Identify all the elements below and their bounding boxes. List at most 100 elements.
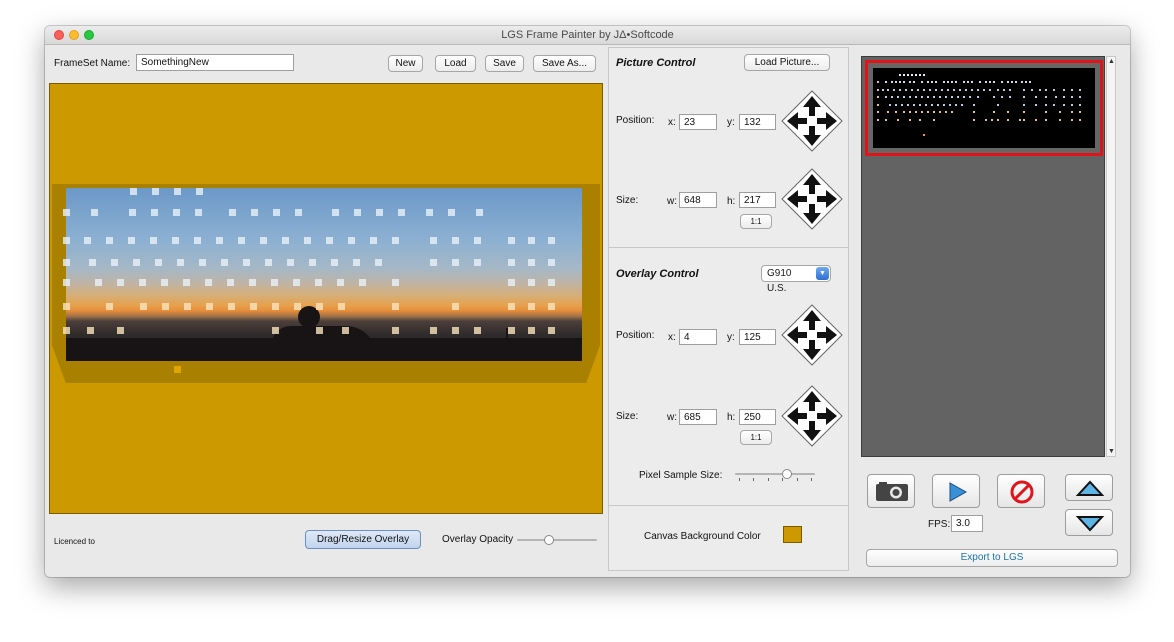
thumbnail-pixel <box>971 81 973 83</box>
overlay-h-input[interactable] <box>739 409 776 425</box>
keyboard-select[interactable]: G910 U.S. ▼ <box>761 265 831 294</box>
picture-y-label: y: <box>727 117 735 128</box>
thumbnail-pixel <box>947 81 949 83</box>
overlay-y-input[interactable] <box>739 329 776 345</box>
key-cell <box>332 209 339 216</box>
key-cell <box>293 279 300 286</box>
load-picture-button[interactable]: Load Picture... <box>744 54 830 71</box>
key-cell <box>272 303 279 310</box>
key-cell <box>106 303 113 310</box>
key-cell <box>117 279 124 286</box>
key-cell <box>304 237 311 244</box>
overlay-w-input[interactable] <box>679 409 717 425</box>
thumbnail-pixel <box>945 96 947 98</box>
new-button[interactable]: New <box>388 55 423 72</box>
thumbnail-pixel <box>963 96 965 98</box>
thumbnail-pixel <box>963 81 965 83</box>
app-window: LGS Frame Painter by JΔ•Softcode FrameSe… <box>45 26 1130 577</box>
key-cell <box>184 303 191 310</box>
overlay-x-input[interactable] <box>679 329 717 345</box>
overlay-opacity-knob[interactable] <box>544 535 554 545</box>
thumbnail-pixel <box>1053 104 1055 106</box>
thumbnail-pixel <box>1021 81 1023 83</box>
canvas-bg-color-swatch[interactable] <box>783 526 802 543</box>
thumbnail-pixel <box>1071 119 1073 121</box>
move-frame-up-button[interactable] <box>1065 474 1113 501</box>
triangle-up-icon <box>1075 480 1105 496</box>
overlay-opacity-slider[interactable] <box>517 539 597 541</box>
key-cell <box>133 259 140 266</box>
picture-w-input[interactable] <box>679 192 717 208</box>
key-cell <box>295 209 302 216</box>
key-cell <box>392 279 399 286</box>
canvas-bg-label: Canvas Background Color <box>644 531 761 542</box>
key-cell <box>452 327 459 334</box>
key-cell <box>376 209 383 216</box>
stop-icon <box>1010 480 1034 504</box>
thumbnail-pixel <box>1045 111 1047 113</box>
key-cell <box>508 279 515 286</box>
overlay-position-arrows-icon[interactable] <box>781 304 843 366</box>
capture-frame-button[interactable] <box>867 474 915 508</box>
frame-thumbnail-selected[interactable] <box>865 60 1103 156</box>
sunset-picture[interactable] <box>66 188 582 361</box>
picture-control-heading: Picture Control <box>616 57 696 69</box>
key-cell <box>111 259 118 266</box>
picture-h-input[interactable] <box>739 192 776 208</box>
key-cell <box>548 259 555 266</box>
key-cell <box>474 327 481 334</box>
key-cell <box>63 237 70 244</box>
picture-x-input[interactable] <box>679 114 717 130</box>
key-cell <box>63 327 70 334</box>
save-button[interactable]: Save <box>485 55 524 72</box>
thumbnail-pixel <box>917 89 919 91</box>
overlay-size-arrows-icon[interactable] <box>781 385 843 447</box>
key-cell <box>172 237 179 244</box>
thumbnail-pixel <box>925 104 927 106</box>
picture-position-arrows-icon[interactable] <box>781 90 843 152</box>
save-as-button[interactable]: Save As... <box>533 55 596 72</box>
key-cell <box>342 327 349 334</box>
scroll-down-icon[interactable]: ▼ <box>1108 448 1115 455</box>
thumbnail-pixel <box>1023 96 1025 98</box>
stop-button[interactable] <box>997 474 1045 508</box>
palm-trunk <box>306 322 309 332</box>
move-frame-down-button[interactable] <box>1065 509 1113 536</box>
thumbnail-pixel <box>1025 81 1027 83</box>
canvas[interactable] <box>49 83 603 514</box>
key-cell <box>63 209 70 216</box>
key-cell <box>476 209 483 216</box>
slider-tick <box>782 478 784 481</box>
pixel-sample-slider[interactable] <box>735 473 815 475</box>
key-cell <box>151 209 158 216</box>
thumbnail-pixel <box>933 111 935 113</box>
key-cell <box>316 327 323 334</box>
thumbnail-pixel <box>1035 96 1037 98</box>
key-cell <box>249 279 256 286</box>
picture-y-input[interactable] <box>739 114 776 130</box>
thumbnail-pixel <box>1019 119 1021 121</box>
key-cell <box>95 279 102 286</box>
load-button[interactable]: Load <box>435 55 476 72</box>
frameset-name-input[interactable] <box>136 54 294 71</box>
key-cell <box>398 209 405 216</box>
key-cell <box>430 259 437 266</box>
thumbnail-pixel <box>903 74 905 76</box>
thumbnail-pixel <box>935 89 937 91</box>
frame-list-scrollbar[interactable]: ▲ ▼ <box>1106 56 1116 457</box>
thumbnail-pixel <box>989 89 991 91</box>
picture-size-arrows-icon[interactable] <box>781 168 843 230</box>
scroll-up-icon[interactable]: ▲ <box>1108 58 1115 65</box>
thumbnail-pixel <box>957 96 959 98</box>
thumbnail-pixel <box>919 74 921 76</box>
key-cell <box>152 188 159 195</box>
overlay-ratio-button[interactable]: 1:1 <box>740 430 772 445</box>
picture-ratio-button[interactable]: 1:1 <box>740 214 772 229</box>
export-to-lgs-button[interactable]: Export to LGS <box>866 549 1118 567</box>
pixel-sample-knob[interactable] <box>782 469 792 479</box>
drag-resize-overlay-button[interactable]: Drag/Resize Overlay <box>305 530 421 549</box>
play-button[interactable] <box>932 474 980 508</box>
fps-input[interactable] <box>951 515 983 532</box>
key-cell <box>452 237 459 244</box>
key-cell <box>128 237 135 244</box>
